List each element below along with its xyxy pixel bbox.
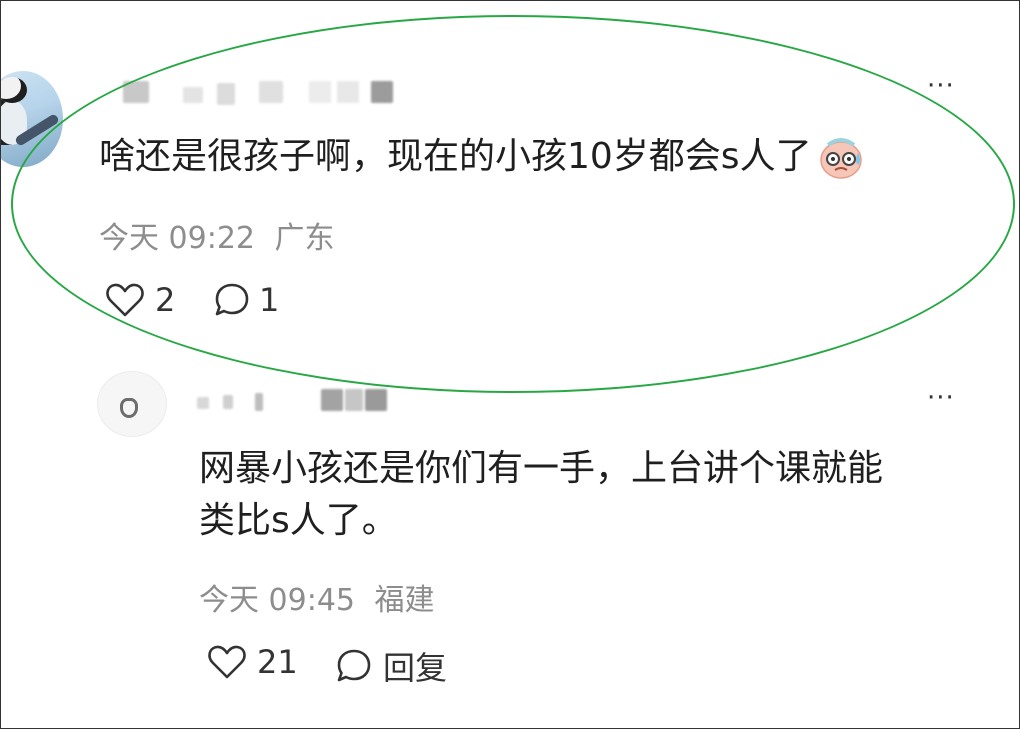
comment-1-text-content: 啥还是很孩子啊，现在的小孩10岁都会s人了 xyxy=(99,136,812,177)
comment-2-text: 网暴小孩还是你们有一手，上台讲个课就能 类比s人了。 xyxy=(199,443,883,547)
like-button-1[interactable]: 2 xyxy=(105,281,175,319)
comment-1-text: 啥还是很孩子啊，现在的小孩10岁都会s人了 xyxy=(99,131,864,183)
like-button-2[interactable]: 21 xyxy=(207,643,298,681)
comment-screenshot-frame: ··· 啥还是很孩子啊，现在的小孩10岁都会s人了 今天 09:22 广东 2 … xyxy=(0,0,1020,729)
avatar-user-1[interactable] xyxy=(1,71,63,167)
like-count-2: 21 xyxy=(257,643,298,681)
like-count-1: 2 xyxy=(155,281,176,319)
comment-2-text-line2: 类比s人了。 xyxy=(199,500,398,541)
speech-bubble-icon xyxy=(337,649,371,682)
reply-button-1[interactable]: 1 xyxy=(213,281,279,319)
comment-1-time: 今天 09:22 xyxy=(99,221,255,256)
avatar-user-2[interactable] xyxy=(97,371,167,437)
reply-label-2: 回复 xyxy=(383,649,448,687)
reply-button-2[interactable]: 回复 xyxy=(335,643,447,689)
heart-outline-icon xyxy=(208,645,246,679)
comment-2-location: 福建 xyxy=(374,583,435,618)
comment-2-text-line1: 网暴小孩还是你们有一手，上台讲个课就能 xyxy=(199,448,884,489)
highlight-oval-annotation xyxy=(11,15,1015,393)
comment-1-location: 广东 xyxy=(274,221,335,256)
more-options-button-2[interactable]: ··· xyxy=(927,385,955,411)
heart-outline-icon xyxy=(106,283,144,317)
avatar-mark xyxy=(120,398,138,418)
username-1-redacted[interactable] xyxy=(123,81,393,105)
avatar-panda-head xyxy=(1,77,27,103)
speech-bubble-icon xyxy=(215,283,249,316)
username-2-redacted[interactable] xyxy=(197,389,397,413)
sweating-face-emoji xyxy=(819,138,862,179)
comment-2-meta: 今天 09:45 福建 xyxy=(199,575,435,619)
comment-2-time: 今天 09:45 xyxy=(199,583,355,618)
reply-count-1: 1 xyxy=(259,281,280,319)
comment-1-meta: 今天 09:22 广东 xyxy=(99,213,335,257)
more-options-button-1[interactable]: ··· xyxy=(927,73,955,99)
